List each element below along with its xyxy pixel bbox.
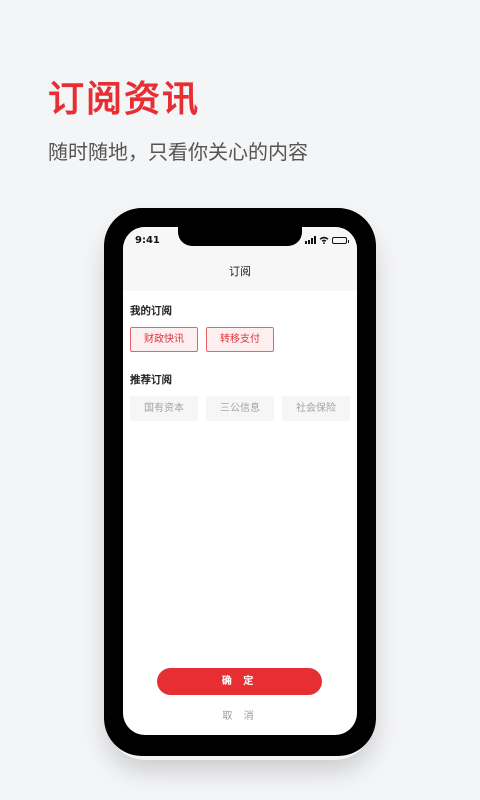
recommended-title: 推荐订阅 — [130, 374, 172, 386]
battery-icon — [332, 236, 349, 244]
recommended-chip[interactable]: 社会保险 — [282, 396, 350, 421]
nav-title: 订阅 — [229, 265, 251, 278]
status-time: 9:41 — [135, 235, 160, 246]
confirm-button[interactable]: 确 定 — [157, 668, 322, 695]
my-subscriptions-title: 我的订阅 — [130, 305, 172, 317]
phone-screen: 9:41 订阅 我的订阅 财政快讯 转移支付 推荐订阅 国有资本 三公信息 社会… — [123, 227, 357, 735]
subscribed-chip[interactable]: 转移支付 — [206, 327, 274, 352]
promo-subtitle: 随时随地，只看你关心的内容 — [48, 140, 308, 164]
subscribed-chip[interactable]: 财政快讯 — [130, 327, 198, 352]
promo-title: 订阅资讯 — [48, 79, 201, 120]
recommended-chip[interactable]: 三公信息 — [206, 396, 274, 421]
signal-icon — [305, 236, 316, 244]
recommended-chip[interactable]: 国有资本 — [130, 396, 198, 421]
phone-mockup: 9:41 订阅 我的订阅 财政快讯 转移支付 推荐订阅 国有资本 三公信息 社会… — [104, 208, 376, 756]
cancel-button[interactable]: 取 消 — [123, 707, 357, 722]
nav-bar: 订阅 — [123, 253, 357, 291]
wifi-icon — [319, 236, 329, 244]
phone-notch — [178, 227, 302, 246]
status-icons — [305, 235, 349, 245]
status-bar: 9:41 — [123, 227, 357, 253]
